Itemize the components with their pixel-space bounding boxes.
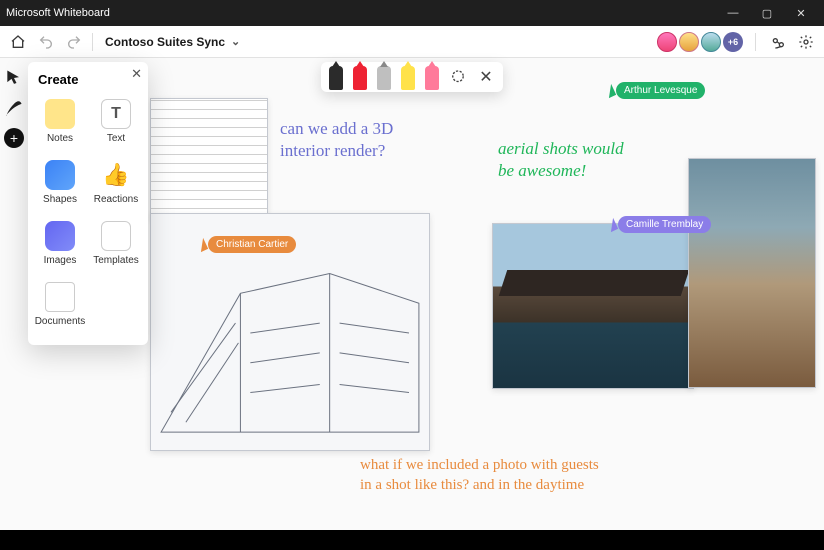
- close-icon[interactable]: ✕: [477, 68, 495, 86]
- board-title-dropdown[interactable]: Contoso Suites Sync ⌄: [105, 35, 240, 49]
- create-panel: ✕ Create Notes T Text Shapes 👍 Reactions…: [28, 62, 148, 345]
- create-notes[interactable]: Notes: [32, 93, 88, 150]
- cursor-arrow-icon: [196, 237, 208, 251]
- footer-bar: [0, 530, 824, 550]
- create-documents[interactable]: Documents: [32, 276, 88, 333]
- cursor-arrow-icon: [606, 217, 618, 231]
- cursor-arrow-icon: [604, 83, 616, 97]
- add-button[interactable]: +: [4, 128, 24, 148]
- side-rail: +: [0, 58, 28, 148]
- create-item-label: Documents: [35, 316, 86, 327]
- app-title: Microsoft Whiteboard: [6, 7, 716, 19]
- window-close-button[interactable]: ✕: [784, 7, 818, 20]
- image-icon: [45, 221, 75, 251]
- redo-icon[interactable]: [64, 32, 84, 52]
- create-heading: Create: [32, 70, 144, 93]
- toolbar-divider: [92, 33, 93, 51]
- create-shapes[interactable]: Shapes: [32, 154, 88, 211]
- ink-note-green[interactable]: aerial shots would be awesome!: [498, 138, 624, 182]
- cursor-label: Camille Tremblay: [618, 216, 711, 233]
- shapes-icon: [45, 160, 75, 190]
- create-images[interactable]: Images: [32, 215, 88, 272]
- document-icon: [45, 282, 75, 312]
- highlighter-pink[interactable]: [425, 66, 439, 90]
- presence-avatars[interactable]: +6: [657, 32, 743, 52]
- create-text[interactable]: T Text: [88, 93, 144, 150]
- live-cursor-orange: Christian Cartier: [198, 236, 296, 253]
- pen-toolbar: ✕: [321, 62, 503, 92]
- whiteboard-canvas[interactable]: + ✕ Create Notes T Text Shapes 👍 Reactio…: [0, 58, 824, 530]
- chevron-down-icon: ⌄: [231, 35, 240, 48]
- board-name: Contoso Suites Sync: [105, 35, 225, 49]
- thumbs-up-icon: 👍: [101, 160, 131, 190]
- create-item-label: Templates: [93, 255, 139, 266]
- create-item-label: Images: [44, 255, 77, 266]
- ink-tool-icon[interactable]: [4, 98, 24, 118]
- sticky-note-icon: [45, 99, 75, 129]
- templates-icon: [101, 221, 131, 251]
- canvas-image-resort[interactable]: [492, 223, 694, 389]
- pen-black[interactable]: [329, 66, 343, 90]
- lasso-icon[interactable]: [449, 68, 467, 86]
- create-reactions[interactable]: 👍 Reactions: [88, 154, 144, 211]
- share-icon[interactable]: [768, 32, 788, 52]
- avatar[interactable]: [701, 32, 721, 52]
- home-icon[interactable]: [8, 32, 28, 52]
- canvas-image-lobby[interactable]: [688, 158, 816, 388]
- window-restore-button[interactable]: ▢: [750, 7, 784, 20]
- create-item-label: Notes: [47, 133, 73, 144]
- create-item-label: Text: [107, 133, 125, 144]
- close-icon[interactable]: ✕: [131, 66, 142, 82]
- window-minimize-button[interactable]: —: [716, 7, 750, 19]
- text-icon: T: [101, 99, 131, 129]
- avatar[interactable]: [679, 32, 699, 52]
- avatar[interactable]: [657, 32, 677, 52]
- pen-red[interactable]: [353, 66, 367, 90]
- create-item-label: Shapes: [43, 194, 77, 205]
- live-cursor-green: Arthur Levesque: [606, 82, 705, 99]
- cursor-label: Arthur Levesque: [616, 82, 705, 99]
- cursor-tool-icon[interactable]: [4, 68, 24, 88]
- pencil-tool[interactable]: [377, 66, 391, 90]
- ink-note-blue[interactable]: can we add a 3D interior render?: [280, 118, 393, 162]
- highlighter-yellow[interactable]: [401, 66, 415, 90]
- app-toolbar: Contoso Suites Sync ⌄ +6: [0, 26, 824, 58]
- create-templates[interactable]: Templates: [88, 215, 144, 272]
- live-cursor-purple: Camille Tremblay: [608, 216, 711, 233]
- window-titlebar: Microsoft Whiteboard — ▢ ✕: [0, 0, 824, 26]
- avatar-overflow[interactable]: +6: [723, 32, 743, 52]
- create-item-label: Reactions: [94, 194, 138, 205]
- canvas-image-floorplan[interactable]: [150, 98, 268, 218]
- toolbar-divider: [755, 33, 756, 51]
- cursor-label: Christian Cartier: [208, 236, 296, 253]
- ink-note-orange[interactable]: what if we included a photo with guests …: [360, 456, 599, 495]
- undo-icon[interactable]: [36, 32, 56, 52]
- settings-gear-icon[interactable]: [796, 32, 816, 52]
